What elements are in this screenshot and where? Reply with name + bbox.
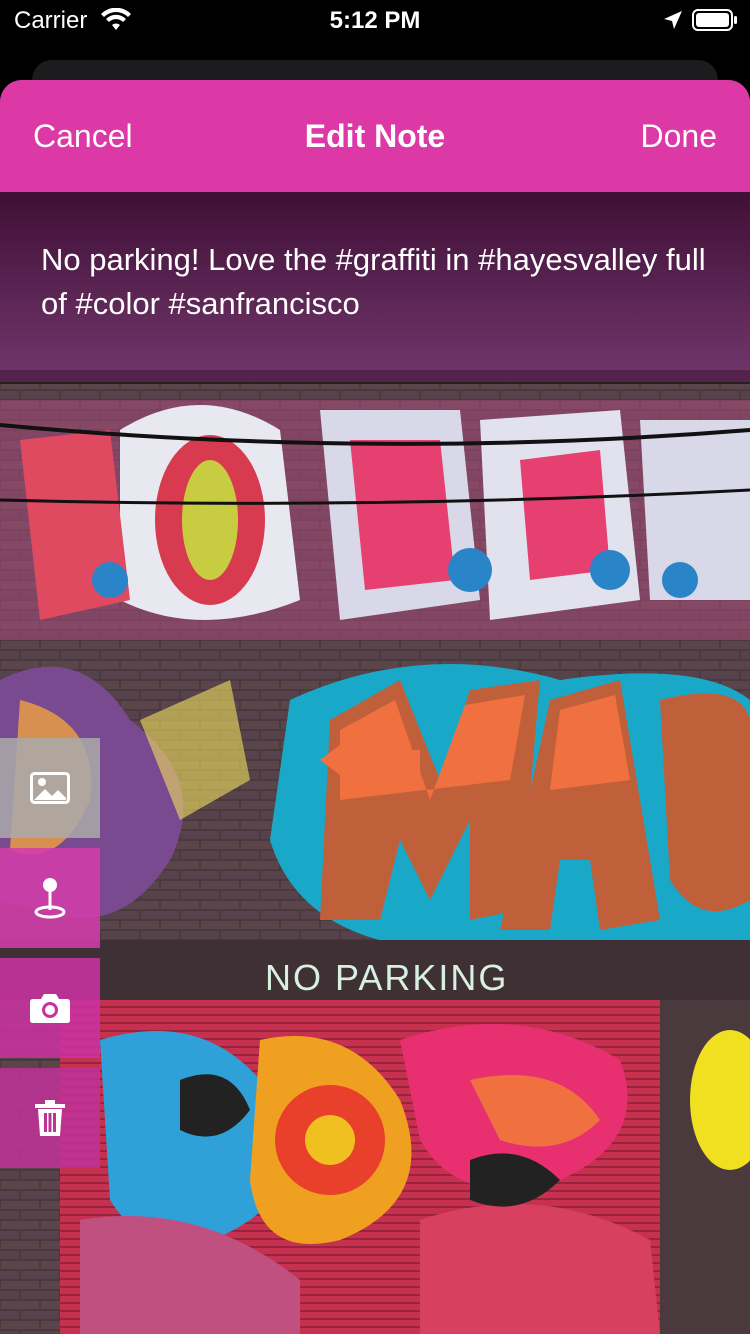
navigation-bar: Cancel Edit Note Done <box>0 80 750 192</box>
photo-sign-text: NO PARKING <box>265 957 508 998</box>
edit-note-card: NO PARKING Cancel Edit Note Done No park… <box>0 80 750 1334</box>
image-icon <box>30 772 70 804</box>
delete-button[interactable] <box>0 1068 100 1168</box>
add-image-button[interactable] <box>0 738 100 838</box>
note-text-field[interactable]: No parking! Love the #graffiti in #hayes… <box>41 238 721 326</box>
done-button[interactable]: Done <box>641 118 718 155</box>
location-pin-icon <box>34 878 66 919</box>
status-bar: Carrier 5:12 PM <box>0 0 750 40</box>
location-arrow-icon <box>664 11 682 29</box>
camera-button[interactable] <box>0 958 100 1058</box>
side-toolbar <box>0 738 100 1178</box>
location-button[interactable] <box>0 848 100 948</box>
trash-icon <box>35 1100 65 1136</box>
camera-icon <box>30 994 70 1023</box>
status-time: 5:12 PM <box>329 7 421 34</box>
battery-icon <box>692 9 737 31</box>
page-title: Edit Note <box>304 118 446 154</box>
